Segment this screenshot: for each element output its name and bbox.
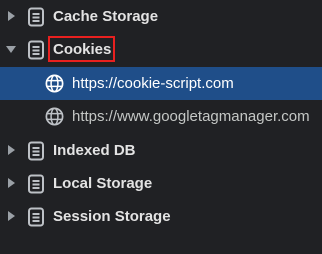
expand-arrow-icon[interactable] bbox=[8, 178, 15, 188]
tree-item-label: Cookies bbox=[53, 41, 112, 58]
tree-item-label: Cache Storage bbox=[53, 8, 159, 25]
tree-item-label: Indexed DB bbox=[53, 142, 136, 159]
database-icon bbox=[28, 174, 44, 194]
globe-icon bbox=[45, 107, 64, 126]
database-icon bbox=[28, 207, 44, 227]
collapse-arrow-icon[interactable] bbox=[6, 46, 16, 53]
database-icon bbox=[28, 141, 44, 161]
tree-item-indexed-db[interactable]: Indexed DB bbox=[0, 134, 322, 167]
expand-arrow-icon[interactable] bbox=[8, 211, 15, 221]
tree-item-cookie-script[interactable]: https://cookie-script.com bbox=[0, 67, 322, 100]
database-icon bbox=[28, 40, 44, 60]
expand-arrow-icon[interactable] bbox=[8, 11, 15, 21]
tree-item-label: Local Storage bbox=[53, 175, 153, 192]
tree-item-local-storage[interactable]: Local Storage bbox=[0, 167, 322, 200]
tree-item-label: https://www.googletagmanager.com bbox=[72, 108, 310, 125]
tree-item-label: Session Storage bbox=[53, 208, 171, 225]
tree-item-cookies[interactable]: Cookies bbox=[0, 33, 322, 66]
tree-item-session-storage[interactable]: Session Storage bbox=[0, 200, 322, 233]
tree-item-label: https://cookie-script.com bbox=[72, 75, 234, 92]
storage-tree: Cache Storage Cookies https://cookie-scr… bbox=[0, 0, 322, 254]
database-icon bbox=[28, 7, 44, 27]
tree-item-cache-storage[interactable]: Cache Storage bbox=[0, 0, 322, 33]
expand-arrow-icon[interactable] bbox=[8, 145, 15, 155]
tree-item-googletagmanager[interactable]: https://www.googletagmanager.com bbox=[0, 100, 322, 133]
globe-icon bbox=[45, 74, 64, 93]
